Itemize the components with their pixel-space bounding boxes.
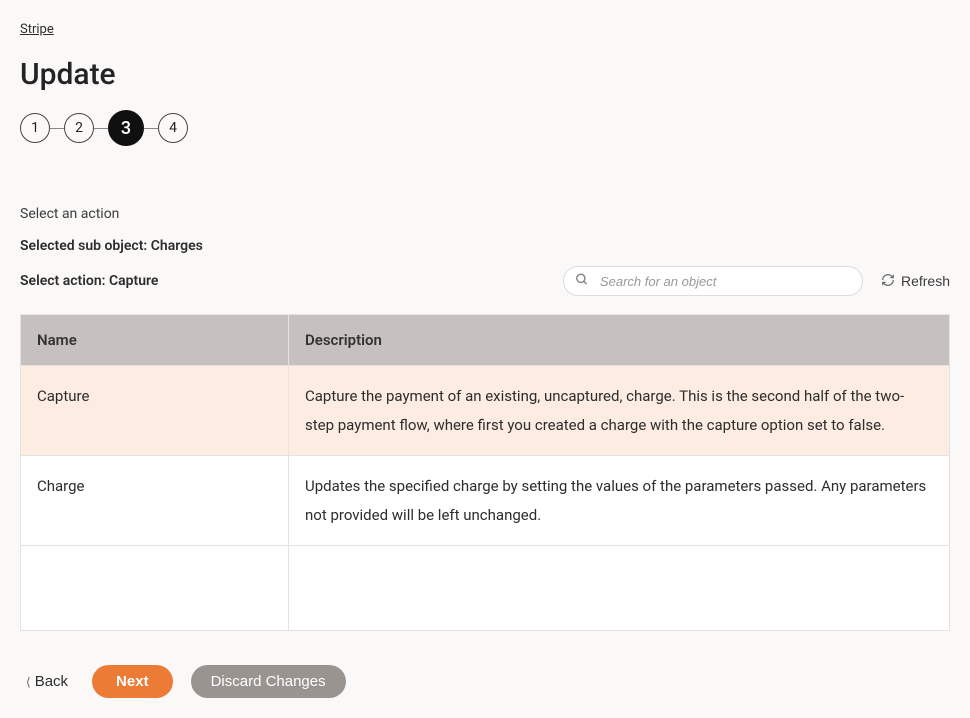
selected-sub-object-value: Charges [151, 238, 203, 254]
step-1[interactable]: 1 [20, 113, 50, 143]
table-row[interactable]: Charge Updates the specified charge by s… [21, 456, 949, 546]
refresh-label: Refresh [901, 273, 950, 289]
col-header-description: Description [289, 315, 949, 366]
search-wrap [563, 266, 863, 296]
back-label: Back [35, 673, 68, 690]
section-label: Select an action [20, 206, 950, 222]
cell-description: Updates the specified charge by setting … [289, 456, 949, 546]
step-2[interactable]: 2 [64, 113, 94, 143]
footer-actions: ⟨ Back Next Discard Changes [20, 665, 950, 698]
step-4[interactable]: 4 [158, 113, 188, 143]
breadcrumb-root-link[interactable]: Stripe [20, 22, 54, 37]
cell-description: Capture the payment of an existing, unca… [289, 366, 949, 456]
back-button[interactable]: ⟨ Back [20, 669, 74, 694]
select-action: Select action: Capture [20, 273, 158, 289]
actions-table: Name Description Capture Capture the pay… [20, 314, 950, 631]
step-3[interactable]: 3 [108, 110, 144, 146]
step-connector [144, 128, 158, 129]
table-row-empty [21, 546, 949, 630]
page-title: Update [20, 57, 950, 92]
refresh-button[interactable]: Refresh [881, 273, 950, 290]
step-connector [94, 128, 108, 129]
cell-name: Charge [21, 456, 289, 546]
chevron-left-icon: ⟨ [26, 675, 31, 689]
selected-sub-object-label: Selected sub object: [20, 238, 147, 254]
select-action-value: Capture [109, 273, 159, 289]
search-input[interactable] [563, 266, 863, 296]
discard-button[interactable]: Discard Changes [191, 665, 346, 698]
selected-sub-object: Selected sub object: Charges [20, 238, 950, 254]
step-connector [50, 128, 64, 129]
refresh-icon [881, 273, 895, 290]
col-header-name: Name [21, 315, 289, 366]
cell-name: Capture [21, 366, 289, 456]
select-action-label: Select action: [20, 273, 105, 289]
next-button[interactable]: Next [92, 665, 173, 698]
table-row[interactable]: Capture Capture the payment of an existi… [21, 366, 949, 456]
stepper: 1 2 3 4 [20, 110, 950, 146]
